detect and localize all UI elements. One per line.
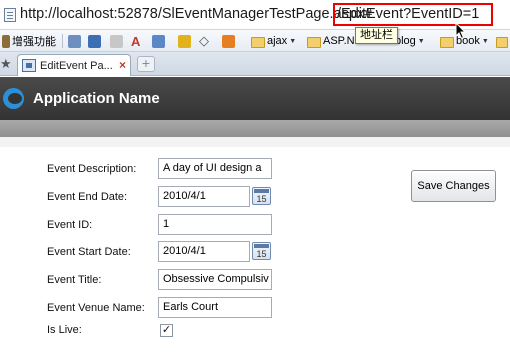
save-changes-button[interactable]: Save Changes	[411, 170, 496, 202]
close-icon[interactable]: ×	[119, 58, 126, 72]
event-description-label: Event Description:	[47, 163, 137, 175]
bookmark-folder-ajax[interactable]: ajax ▼	[251, 33, 296, 49]
grid-icon	[152, 34, 165, 48]
calendar-icon[interactable]: 15	[252, 187, 271, 205]
calendar-icon[interactable]: 15	[252, 242, 271, 260]
event-id-input[interactable]: 1	[158, 214, 272, 235]
address-bar[interactable]: http://localhost:52878/SlEventManagerTes…	[0, 0, 510, 30]
toolbar-divider	[62, 33, 63, 49]
app-title: Application Name	[33, 90, 160, 107]
tab-edit-event[interactable]: EditEvent Pa... ×	[17, 54, 131, 76]
mouse-cursor-icon	[455, 22, 467, 40]
event-start-date-label: Event Start Date:	[47, 246, 131, 258]
sub-header-bar	[0, 120, 510, 137]
folder-icon	[496, 36, 508, 48]
tab-title: EditEvent Pa...	[40, 59, 113, 72]
event-description-input[interactable]: A day of UI design a	[158, 158, 272, 179]
folder-icon	[440, 36, 454, 48]
event-title-input[interactable]: Obsessive Compulsiv	[158, 269, 272, 290]
app-logo-icon	[3, 88, 24, 109]
text-a-icon: A	[131, 33, 141, 49]
page-favicon-icon	[22, 59, 36, 72]
folder-icon	[307, 36, 321, 48]
bookmark-icon-2[interactable]	[88, 33, 101, 49]
pen-icon	[110, 34, 123, 48]
bookmark-icon-5[interactable]	[152, 33, 165, 49]
tab-bar: ★ EditEvent Pa... × +	[0, 52, 510, 76]
bookmark-icon	[88, 34, 101, 48]
event-end-date-label: Event End Date:	[47, 191, 128, 203]
diamond-icon: ◇	[199, 33, 209, 48]
chevron-down-icon: ▼	[289, 37, 297, 45]
address-bar-tooltip: 地址栏	[355, 27, 398, 44]
event-title-label: Event Title:	[47, 274, 102, 286]
star-icon[interactable]: ★	[0, 56, 12, 72]
folder-blue-icon	[68, 34, 81, 48]
bookmark-label: ASP.N	[323, 35, 355, 47]
bookmark-icon-7[interactable]: ◇	[199, 33, 209, 49]
edit-event-form: Event Description: A day of UI design a …	[0, 147, 510, 354]
content-spacer	[0, 137, 510, 147]
event-end-date-input[interactable]: 2010/4/1	[158, 186, 250, 207]
bookmark-label: ajax	[267, 35, 288, 47]
bookmark-icon-6[interactable]	[178, 33, 191, 49]
app-header: Application Name	[0, 77, 510, 120]
url-prefix[interactable]: http://localhost:52878/SlEventManagerTes…	[20, 6, 372, 22]
bookmark-folder-aspnet[interactable]: ASP.N	[307, 33, 355, 49]
bookmark-label: blog	[395, 35, 416, 47]
url-highlight-box	[333, 3, 493, 26]
event-venue-input[interactable]: Earls Court	[158, 297, 272, 318]
wrench-icon	[2, 34, 10, 48]
chevron-down-icon: ▼	[417, 37, 425, 45]
bookmark-icon-9[interactable]	[496, 33, 510, 49]
bookmark-folder-blog[interactable]: blog ▼	[395, 33, 425, 49]
shield-icon	[178, 34, 191, 48]
page-icon	[4, 8, 16, 22]
event-id-label: Event ID:	[47, 219, 93, 231]
orange-shield-icon	[222, 34, 235, 48]
is-live-checkbox[interactable]: ✓	[160, 324, 173, 337]
is-live-label: Is Live:	[47, 324, 82, 336]
bookmark-icon-8[interactable]	[222, 33, 235, 49]
chevron-down-icon: ▼	[481, 37, 489, 45]
bookmark-icon-3[interactable]	[110, 33, 123, 49]
new-tab-button[interactable]: +	[137, 56, 155, 72]
folder-icon	[251, 36, 265, 48]
bookmarks-toolbar: 增强功能 A ◇ ajax ▼ ASP.N blog ▼ book ▼	[0, 30, 510, 52]
bookmark-label: 增强功能	[12, 36, 56, 48]
bookmark-enhancements[interactable]: 增强功能	[2, 33, 56, 49]
bookmark-icon-4[interactable]: A	[131, 33, 140, 49]
event-venue-label: Event Venue Name:	[47, 302, 145, 314]
bookmark-icon-1[interactable]	[68, 33, 81, 49]
event-start-date-input[interactable]: 2010/4/1	[158, 241, 250, 262]
